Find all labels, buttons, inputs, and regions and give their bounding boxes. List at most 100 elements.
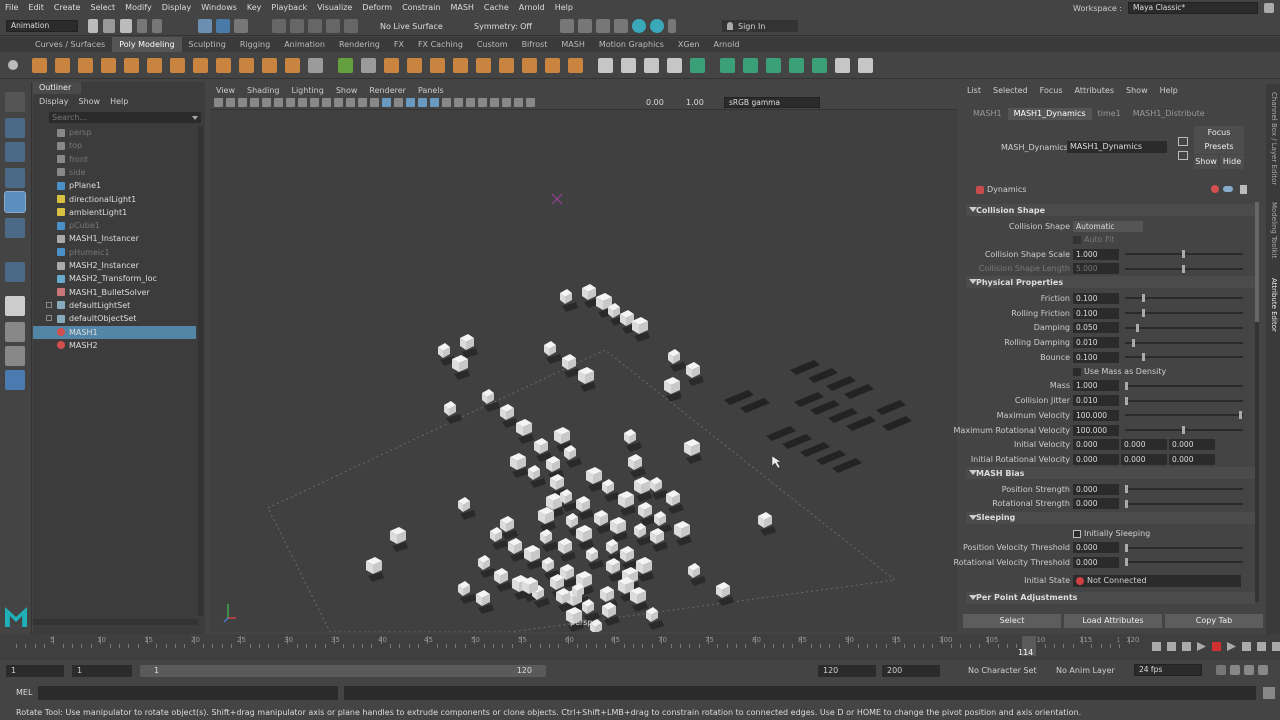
manipulator-icon[interactable]: [5, 262, 25, 282]
outliner-menu-help[interactable]: Help: [110, 97, 128, 106]
play-forward-icon[interactable]: [1227, 642, 1236, 651]
auto-fit-checkbox[interactable]: [1073, 236, 1081, 244]
append-icon[interactable]: [522, 58, 537, 73]
ambient-occlusion-icon[interactable]: [442, 98, 451, 107]
anti-alias-icon[interactable]: [466, 98, 475, 107]
menu-create[interactable]: Create: [49, 3, 86, 12]
ae-scrollbar[interactable]: [1255, 202, 1259, 602]
sleeping-0-slider[interactable]: [1125, 543, 1243, 552]
ae-show-button[interactable]: Show: [1194, 155, 1218, 169]
bias-0-field[interactable]: 0.000: [1073, 483, 1119, 495]
fill-hole-icon[interactable]: [499, 58, 514, 73]
outliner-item-front[interactable]: front: [33, 153, 196, 166]
outliner-layout-icon[interactable]: [5, 370, 25, 390]
menu-arnold[interactable]: Arnold: [514, 3, 550, 12]
slider-handle[interactable]: [1125, 543, 1128, 552]
playback-start-field[interactable]: 1: [72, 665, 132, 677]
undo-icon[interactable]: [137, 19, 147, 33]
mash-bias-section[interactable]: MASH Bias: [966, 467, 1255, 480]
pipe-icon[interactable]: [216, 58, 231, 73]
slider-handle[interactable]: [1182, 426, 1185, 434]
viewport-menu-show[interactable]: Show: [330, 86, 364, 95]
prev-key-icon[interactable]: [1182, 642, 1191, 651]
bool-icon[interactable]: [384, 58, 399, 73]
ae-select-button[interactable]: Select: [963, 614, 1061, 628]
menu-cache[interactable]: Cache: [479, 3, 514, 12]
shelf-tab-fx[interactable]: FX: [387, 40, 411, 49]
object-mode-icon[interactable]: [216, 19, 230, 33]
platonic-icon[interactable]: [193, 58, 208, 73]
combine-icon[interactable]: [308, 58, 323, 73]
ae-presets-button[interactable]: Presets: [1194, 140, 1244, 154]
physical-rolling-friction-field[interactable]: 0.100: [1073, 307, 1119, 319]
cone-icon[interactable]: [101, 58, 116, 73]
merge-icon[interactable]: [545, 58, 560, 73]
sign-in[interactable]: Sign In: [722, 20, 798, 32]
slider-handle[interactable]: [1125, 381, 1128, 390]
physical-damping-slider[interactable]: [1125, 323, 1243, 332]
ae-focus-button[interactable]: Focus: [1194, 126, 1244, 140]
ipr-render-icon[interactable]: [578, 19, 592, 33]
bias-0-slider[interactable]: [1125, 485, 1243, 494]
physical-bounce-field[interactable]: 0.100: [1073, 351, 1119, 363]
grid-icon[interactable]: [286, 98, 295, 107]
slider-handle[interactable]: [1125, 499, 1128, 508]
physical2-3-field[interactable]: 100.000: [1073, 424, 1119, 436]
shelf-tab-motion-graphics[interactable]: Motion Graphics: [592, 40, 671, 49]
sleeping-0-field[interactable]: 0.000: [1073, 542, 1119, 553]
menu-help[interactable]: Help: [550, 3, 578, 12]
menu-playback[interactable]: Playback: [266, 3, 312, 12]
next-key-icon[interactable]: [1242, 642, 1251, 651]
shelf-tab-xgen[interactable]: XGen: [671, 40, 707, 49]
outliner-item-directionallight1[interactable]: directionalLight1: [33, 193, 196, 206]
collision-shape-length-slider[interactable]: [1125, 264, 1243, 273]
stop-icon[interactable]: [1212, 642, 1221, 651]
redo-icon[interactable]: [152, 19, 162, 33]
xray-joints-icon[interactable]: [502, 98, 511, 107]
shelf-tab-rigging[interactable]: Rigging: [233, 40, 277, 49]
menu-modify[interactable]: Modify: [120, 3, 157, 12]
menu-display[interactable]: Display: [157, 3, 197, 12]
side-tab-attribute-editor[interactable]: Attribute Editor: [1270, 278, 1278, 332]
workspace-settings-icon[interactable]: [1264, 3, 1274, 13]
ae-load-attributes-button[interactable]: Load Attributes: [1064, 614, 1162, 628]
step-back-icon[interactable]: [1167, 642, 1176, 651]
slider-handle[interactable]: [1125, 485, 1128, 494]
ae-menu-attributes[interactable]: Attributes: [1075, 86, 1115, 95]
extrude-icon[interactable]: [430, 58, 445, 73]
shelf-tab-curves-surfaces[interactable]: Curves / Surfaces: [28, 40, 112, 49]
outliner-item-pplane1[interactable]: pPlane1: [33, 179, 196, 192]
xray-component-icon[interactable]: [514, 98, 523, 107]
outliner-menu-display[interactable]: Display: [39, 97, 69, 106]
textured-icon[interactable]: [406, 98, 415, 107]
multicut-icon[interactable]: [598, 58, 613, 73]
disc-icon[interactable]: [170, 58, 185, 73]
xray-icon[interactable]: [490, 98, 499, 107]
edge-loop-icon[interactable]: [621, 58, 636, 73]
uv-planar-icon[interactable]: [690, 58, 705, 73]
range-slider[interactable]: 1 120: [140, 665, 546, 677]
live-surface-label[interactable]: No Live Surface: [380, 22, 443, 31]
outliner-search[interactable]: Search...: [49, 112, 201, 123]
physical2-1-slider[interactable]: [1125, 396, 1243, 405]
ae-toggle-icon[interactable]: [1223, 186, 1233, 192]
ae-menu-focus[interactable]: Focus: [1040, 86, 1063, 95]
menu-mash[interactable]: MASH: [445, 3, 478, 12]
slider-handle[interactable]: [1125, 558, 1128, 567]
single-view-icon[interactable]: [5, 296, 25, 316]
rotate-tool-icon[interactable]: [4, 191, 26, 213]
torus-icon[interactable]: [124, 58, 139, 73]
ae-menu-show[interactable]: Show: [1126, 86, 1148, 95]
bevel-icon[interactable]: [453, 58, 468, 73]
physical-friction-slider[interactable]: [1125, 294, 1243, 303]
gamma-value[interactable]: 1.00: [686, 98, 704, 107]
viewport-scene[interactable]: persp: [210, 110, 957, 642]
save-scene-icon[interactable]: [120, 19, 132, 33]
outliner-item-defaultobjectset[interactable]: defaultObjectSet: [33, 312, 196, 325]
bias-1-slider[interactable]: [1125, 499, 1243, 508]
viewport-menu-panels[interactable]: Panels: [412, 86, 450, 95]
physical-damping-field[interactable]: 0.050: [1073, 322, 1119, 334]
bookmark-icon[interactable]: [238, 98, 247, 107]
camera-select-icon[interactable]: [214, 98, 223, 107]
time-slider[interactable]: 5 10 15 20 25 30 35 40 45 50 55 60 65 70 75 80 85 90 95 100…: [0, 634, 1280, 660]
